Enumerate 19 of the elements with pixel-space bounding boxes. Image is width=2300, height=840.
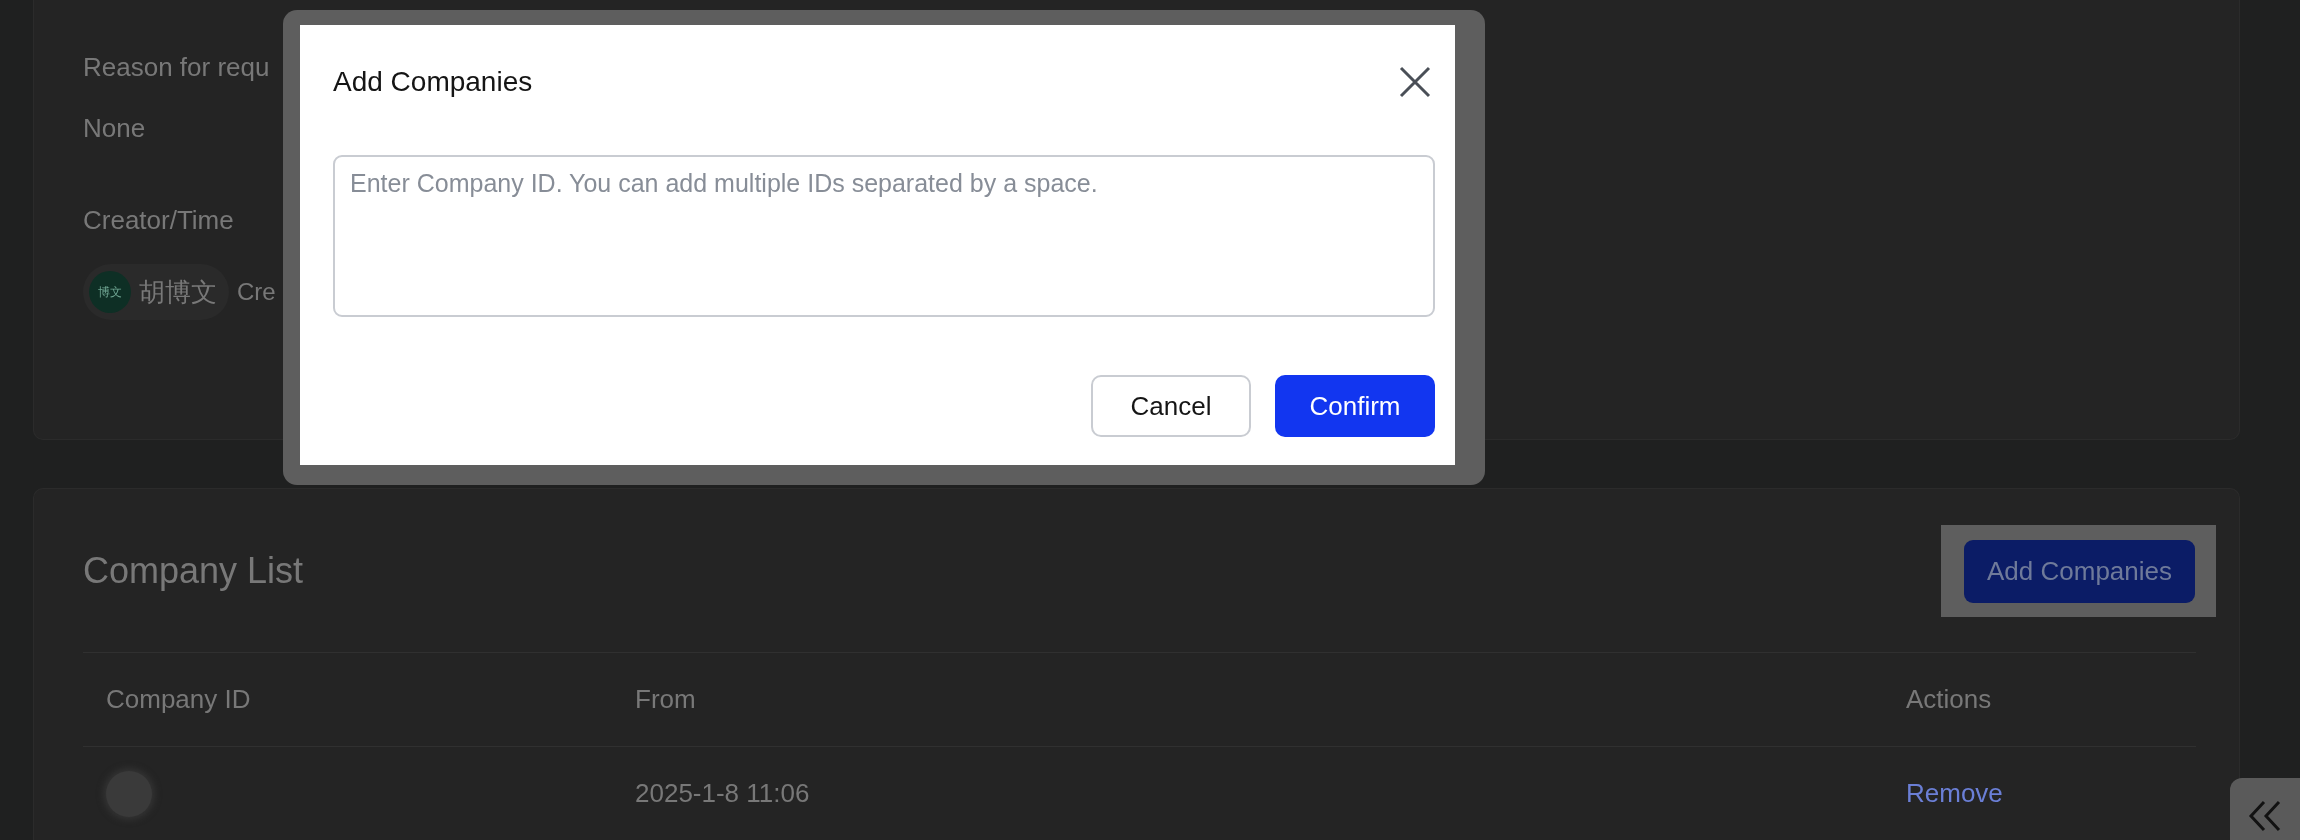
user-name: 胡博文 [139, 276, 217, 309]
avatar: 博文 [89, 271, 131, 313]
collapse-handle[interactable] [2230, 778, 2300, 840]
confirm-button[interactable]: Confirm [1275, 375, 1435, 437]
reason-label: Reason for requ [83, 51, 270, 84]
column-header: Actions [1906, 684, 1992, 715]
company-id-input[interactable]: Enter Company ID. You can add multiple IDs separated by a space. [333, 155, 1435, 317]
table-cell: 2025-1-8 11:06 [635, 778, 810, 809]
reason-value: None [83, 112, 146, 145]
dialog-title: Add Companies [333, 65, 533, 99]
cancel-button[interactable]: Cancel [1091, 375, 1251, 437]
add-companies-button[interactable]: Add Companies [1964, 540, 2195, 603]
remove-link[interactable]: Remove [1906, 778, 2003, 809]
chevrons-left-icon [2247, 798, 2283, 834]
column-header: Company ID [105, 684, 251, 715]
created-text: Cre [237, 277, 276, 307]
creator-label: Creator/Time [83, 204, 234, 237]
column-header: From [635, 684, 696, 715]
section-title: Company List [83, 553, 304, 589]
